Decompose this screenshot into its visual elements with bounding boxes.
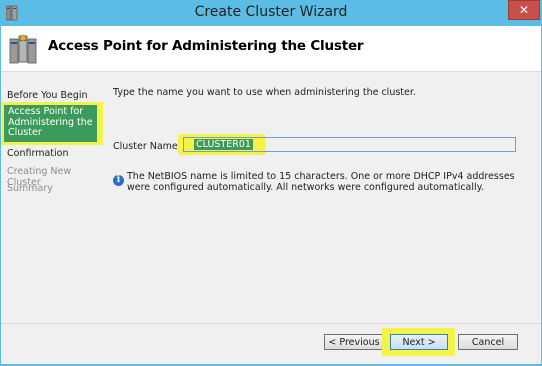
footer-divider xyxy=(1,323,541,324)
cluster-server-icon xyxy=(9,34,37,64)
step-before-you-begin[interactable]: Before You Begin xyxy=(7,90,88,101)
step-current-highlight: Access Point for Administering the Clust… xyxy=(1,102,103,145)
page-title: Access Point for Administering the Clust… xyxy=(48,38,364,54)
wizard-header: Access Point for Administering the Clust… xyxy=(1,26,541,72)
cluster-name-label: Cluster Name: xyxy=(113,141,181,152)
info-text: The NetBIOS name is limited to 15 charac… xyxy=(127,171,515,193)
close-icon: ✕ xyxy=(518,3,530,17)
step-access-point[interactable]: Access Point for Administering the Clust… xyxy=(4,105,97,142)
next-button[interactable]: Next > xyxy=(390,334,448,350)
cancel-button[interactable]: Cancel xyxy=(458,334,518,350)
cluster-name-value[interactable]: CLUSTER01 xyxy=(194,139,253,150)
info-icon: i xyxy=(113,175,124,186)
wizard-steps-sidebar: Before You Begin Access Point for Admini… xyxy=(1,73,103,323)
wizard-content: Access Point for Administering the Clust… xyxy=(1,26,541,364)
main-panel: Type the name you want to use when admin… xyxy=(103,73,541,323)
window-title: Create Cluster Wizard xyxy=(194,4,348,20)
step-summary: Summary xyxy=(7,183,53,194)
close-button[interactable]: ✕ xyxy=(508,0,540,20)
wizard-window: Create Cluster Wizard ✕ Access Point for… xyxy=(0,0,542,366)
previous-button[interactable]: < Previous xyxy=(324,334,384,350)
step-confirmation[interactable]: Confirmation xyxy=(7,148,68,159)
instruction-text: Type the name you want to use when admin… xyxy=(113,87,416,98)
title-bar[interactable]: Create Cluster Wizard ✕ xyxy=(0,0,542,26)
